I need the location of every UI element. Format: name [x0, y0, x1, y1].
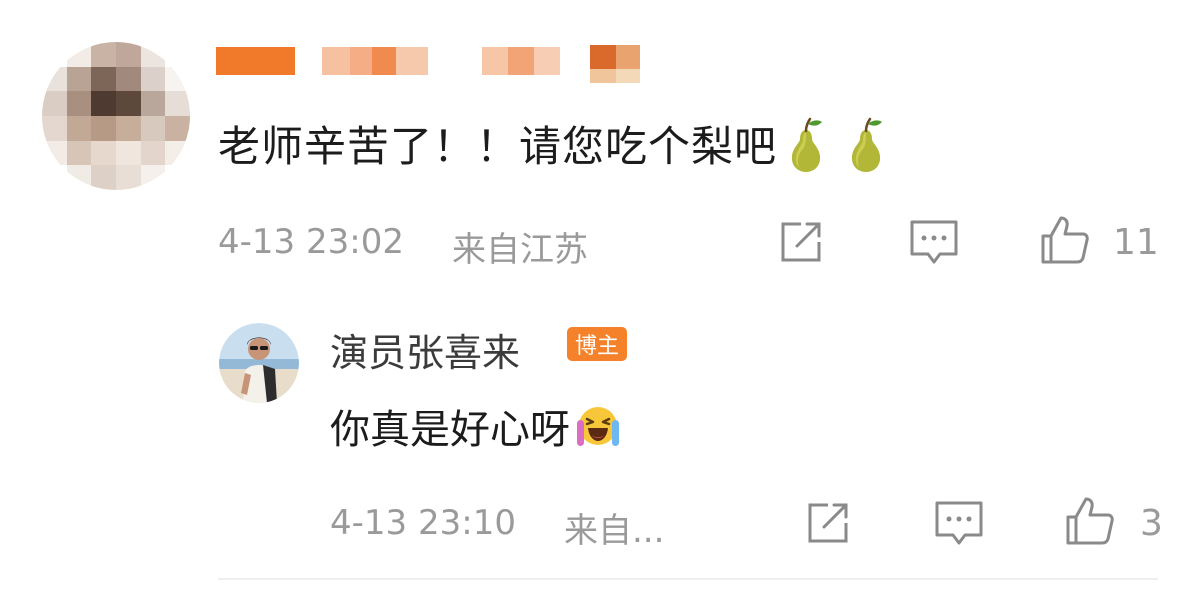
username-redacted-part: [590, 45, 640, 83]
comment-icon[interactable]: [933, 497, 985, 549]
pear-emoji: [791, 117, 823, 172]
comment-thread: 老师辛苦了！！请您吃个梨吧 4-13 23:02 来自江苏 11 演员张喜来 博…: [0, 0, 1195, 591]
like-count: 11: [1113, 222, 1159, 263]
divider: [218, 578, 1158, 580]
comment-time: 4-13 23:02: [218, 222, 404, 262]
username-redacted-part: [322, 47, 428, 75]
username-redacted[interactable]: [216, 47, 295, 75]
avatar[interactable]: [42, 42, 190, 190]
reply-body: 你真是好心呀: [330, 397, 622, 455]
laugh-cry-emoji: [577, 407, 619, 446]
share-edit-icon[interactable]: [775, 216, 827, 268]
pear-emoji: [851, 117, 883, 172]
avatar[interactable]: [219, 323, 299, 403]
username-redacted-part: [482, 47, 560, 75]
comment-icon[interactable]: [908, 216, 960, 268]
reply-text: 你真是好心呀: [330, 407, 570, 453]
comment-text: 老师辛苦了！！请您吃个梨吧: [218, 122, 778, 171]
reply-location: 来自...: [564, 511, 665, 551]
comment-location: 来自江苏: [452, 230, 588, 270]
share-edit-icon[interactable]: [802, 497, 854, 549]
thumbs-up-icon[interactable]: [1064, 495, 1116, 547]
author-badge: 博主: [567, 327, 627, 361]
comment-body: 老师辛苦了！！请您吃个梨吧: [218, 113, 889, 174]
reply-username[interactable]: 演员张喜来: [330, 322, 520, 377]
thumbs-up-icon[interactable]: [1039, 214, 1091, 266]
like-count: 3: [1140, 503, 1163, 544]
reply-time: 4-13 23:10: [330, 503, 516, 543]
